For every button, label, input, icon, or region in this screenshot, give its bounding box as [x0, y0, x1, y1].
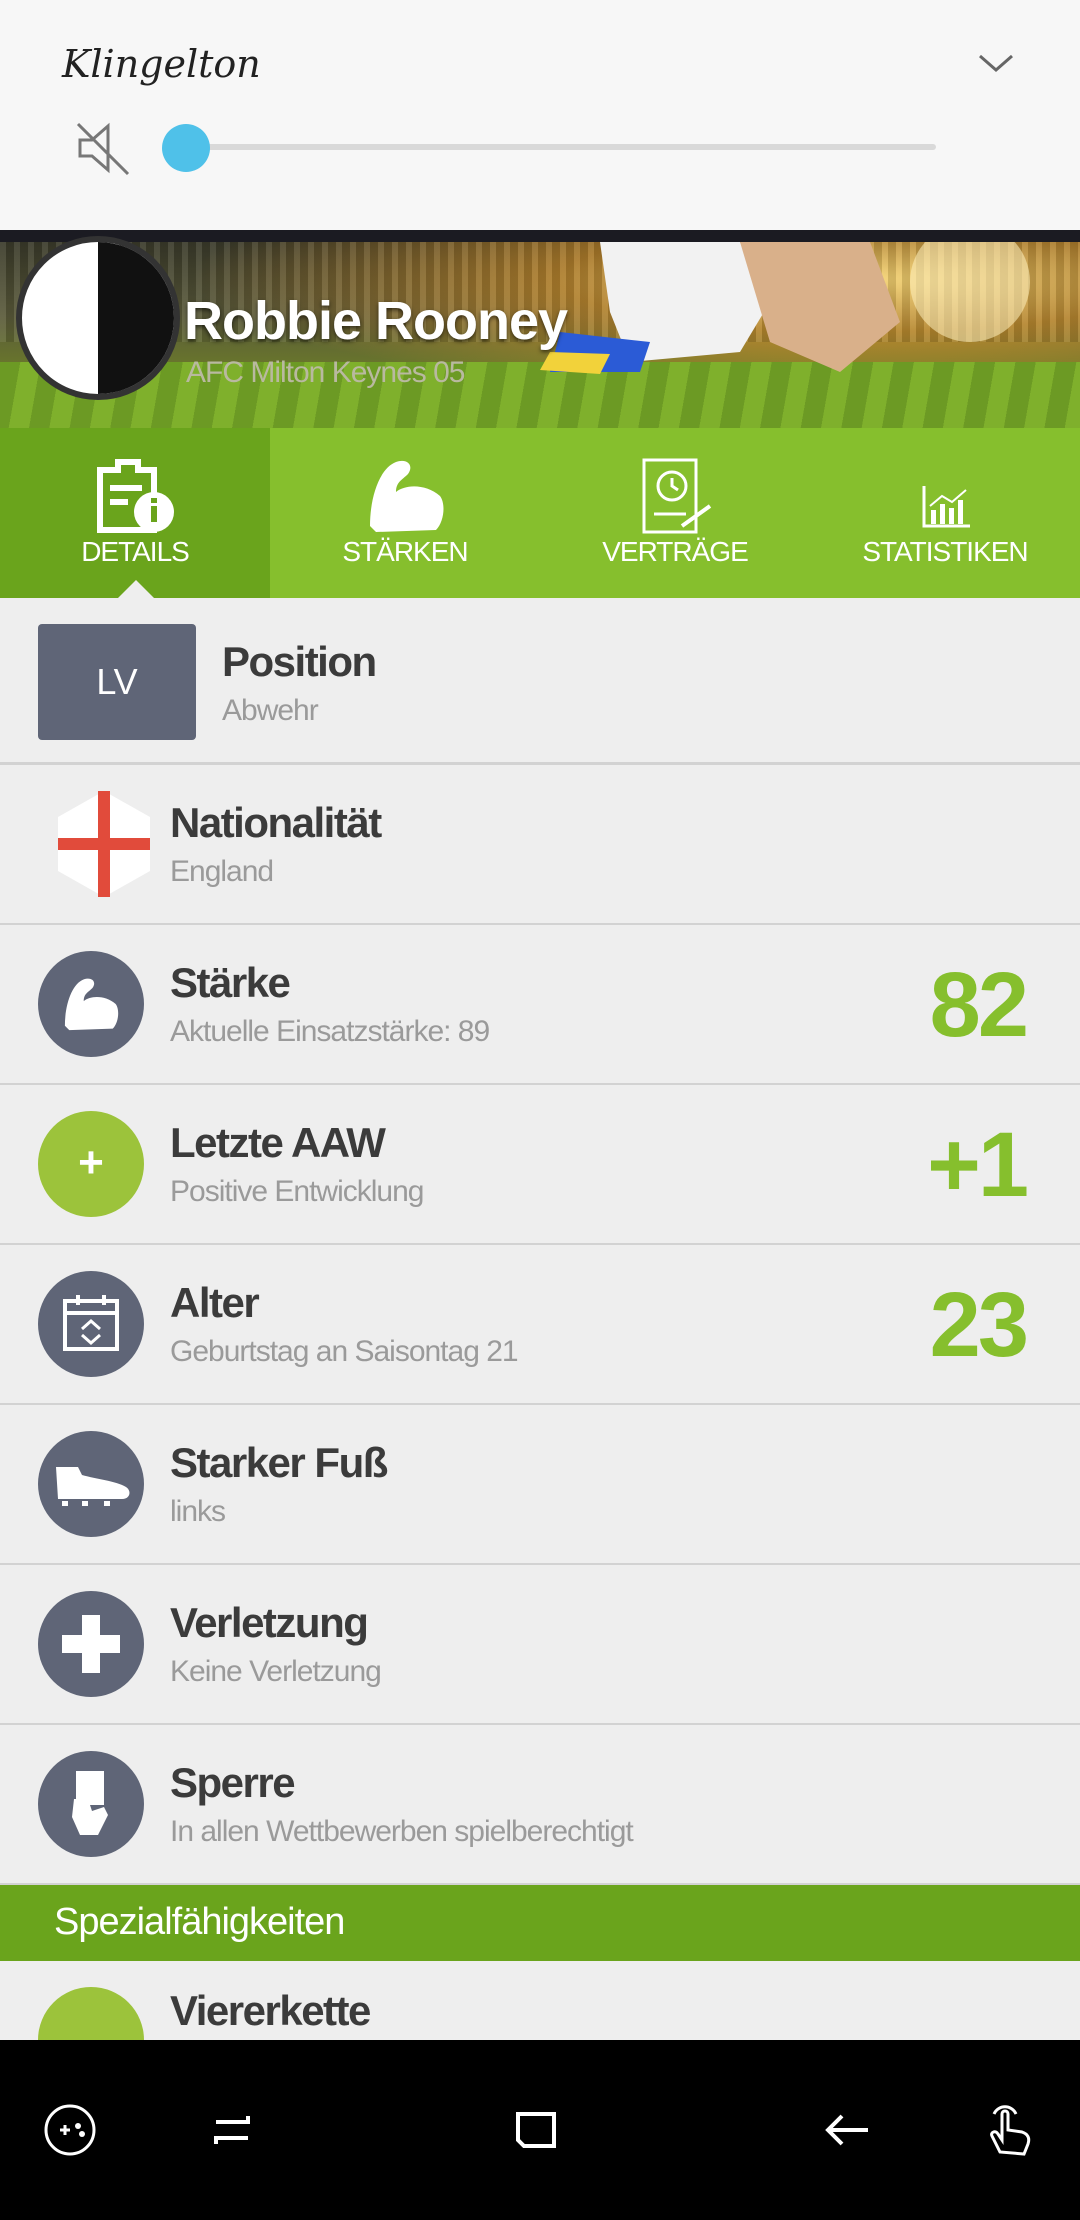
row-nationality-subtitle: England	[170, 855, 274, 888]
row-last-aaw-value: +1	[927, 1114, 1029, 1216]
recent-apps-button[interactable]	[172, 2040, 292, 2220]
age-icon-circle	[38, 1271, 144, 1377]
foot-icon-circle	[38, 1431, 144, 1537]
england-flag-icon	[58, 791, 150, 897]
injury-icon-circle	[38, 1591, 144, 1697]
home-button[interactable]	[476, 2040, 596, 2220]
row-viererkette[interactable]: Viererkette	[0, 1961, 1080, 2040]
row-strength-value: 82	[929, 954, 1029, 1056]
row-nationality[interactable]: Nationalität England	[0, 765, 1080, 926]
row-suspension[interactable]: Sperre In allen Wettbewerben spielberech…	[0, 1725, 1080, 1886]
volume-slider-thumb[interactable]	[162, 124, 210, 172]
row-injury-subtitle: Keine Verletzung	[170, 1655, 382, 1688]
system-nav-bar	[0, 2040, 1080, 2220]
row-strength-title: Stärke	[170, 959, 291, 1006]
row-viererkette-title: Viererkette	[170, 1987, 371, 2034]
suspension-icon-circle	[38, 1751, 144, 1857]
section-special-abilities: Spezialfähigkeiten	[0, 1885, 1080, 1961]
row-position-title: Position	[222, 638, 377, 685]
row-injury[interactable]: Verletzung Keine Verletzung	[0, 1565, 1080, 1726]
back-button[interactable]	[788, 2040, 908, 2220]
row-age-title: Alter	[170, 1279, 260, 1326]
details-icon	[97, 459, 174, 533]
player-club: AFC Milton Keynes 05	[186, 356, 465, 389]
section-title: Spezialfähigkeiten	[54, 1901, 345, 1943]
row-position[interactable]: LV Position Abwehr	[0, 604, 1080, 765]
club-logo	[16, 236, 180, 400]
tab-statistiken-label: STATISTIKEN	[862, 536, 1028, 567]
row-age-value: 23	[929, 1274, 1029, 1376]
player-name: Robbie Rooney	[184, 291, 568, 351]
formation-icon-circle	[38, 1987, 144, 2040]
medical-cross-icon	[62, 1615, 120, 1673]
tab-vertraege-label: VERTRÄGE	[602, 536, 749, 567]
tab-bar: DETAILS STÄRKEN VERTRÄGE STATISTIKEN	[0, 428, 1080, 598]
game-launcher-button[interactable]	[10, 2040, 130, 2220]
row-last-aaw-subtitle: Positive Entwicklung	[170, 1175, 424, 1208]
home-icon	[516, 2112, 556, 2148]
card-hand-icon	[72, 1771, 108, 1835]
recent-apps-icon	[214, 2116, 250, 2144]
row-strong-foot[interactable]: Starker Fuß links	[0, 1405, 1080, 1566]
statistics-icon	[922, 486, 970, 528]
volume-slider-track[interactable]	[186, 144, 936, 150]
row-suspension-title: Sperre	[170, 1759, 296, 1806]
volume-panel-title: Klingelton	[62, 42, 261, 86]
chevron-down-icon[interactable]	[976, 52, 1016, 81]
back-icon	[825, 2114, 868, 2146]
tab-statistiken[interactable]: STATISTIKEN	[810, 428, 1080, 598]
strength-icon-circle	[38, 951, 144, 1057]
game-launcher-icon	[44, 2104, 96, 2156]
row-last-aaw[interactable]: + Letzte AAW Positive Entwicklung +1	[0, 1085, 1080, 1246]
tab-staerken-label: STÄRKEN	[342, 536, 468, 567]
row-strong-foot-subtitle: links	[170, 1495, 226, 1528]
muscle-icon	[64, 978, 119, 1031]
row-injury-title: Verletzung	[170, 1599, 369, 1646]
row-strength[interactable]: Stärke Aktuelle Einsatzstärke: 89 82	[0, 925, 1080, 1086]
row-nationality-title: Nationalität	[170, 799, 382, 846]
active-tab-pointer	[118, 580, 154, 598]
row-strength-subtitle: Aktuelle Einsatzstärke: 89	[170, 1015, 490, 1048]
muscle-icon	[370, 460, 444, 532]
tab-vertraege[interactable]: VERTRÄGE	[540, 428, 810, 598]
touch-assist-button[interactable]	[950, 2040, 1070, 2220]
position-badge: LV	[38, 624, 196, 740]
player-photo	[540, 242, 1030, 374]
boot-icon	[56, 1467, 130, 1506]
touch-icon	[990, 2105, 1031, 2156]
contract-icon	[642, 458, 712, 534]
volume-panel: Klingelton	[0, 0, 1080, 242]
calendar-icon	[63, 1295, 119, 1351]
plus-icon: +	[38, 1111, 144, 1217]
row-suspension-subtitle: In allen Wettbewerben spielberechtigt	[170, 1815, 634, 1848]
tab-staerken[interactable]: STÄRKEN	[270, 428, 540, 598]
row-position-subtitle: Abwehr	[222, 694, 319, 727]
row-strong-foot-title: Starker Fuß	[170, 1439, 388, 1486]
tab-details[interactable]: DETAILS	[0, 428, 270, 598]
row-age[interactable]: Alter Geburtstag an Saisontag 21 23	[0, 1245, 1080, 1406]
row-last-aaw-title: Letzte AAW	[170, 1119, 386, 1166]
mute-icon[interactable]	[74, 118, 134, 183]
row-age-subtitle: Geburtstag an Saisontag 21	[170, 1335, 519, 1368]
tab-details-label: DETAILS	[81, 536, 190, 567]
